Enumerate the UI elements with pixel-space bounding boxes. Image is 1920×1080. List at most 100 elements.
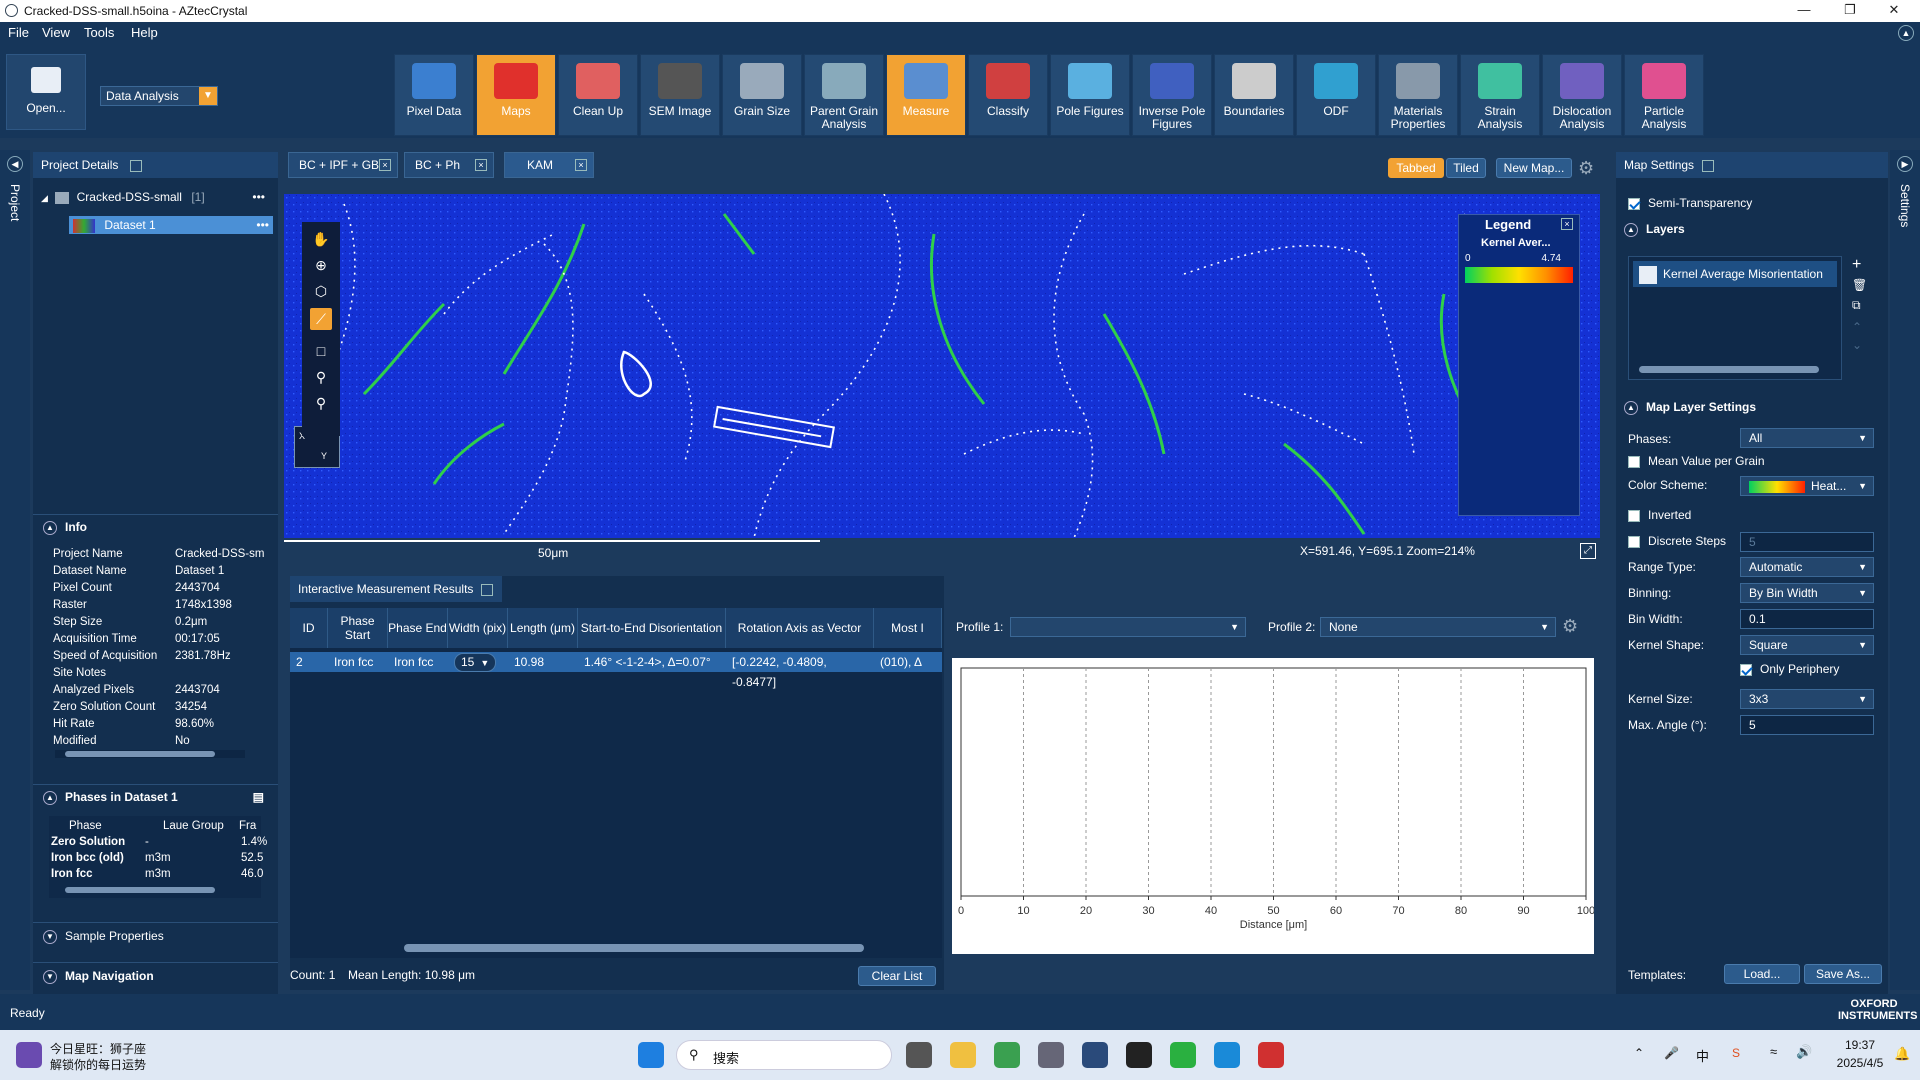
range-type-dropdown[interactable]: Automatic ▼	[1740, 557, 1874, 577]
ribbon-boundaries-button[interactable]: Boundaries	[1214, 54, 1294, 136]
delete-layer-icon[interactable]: 🗑	[1852, 278, 1867, 292]
phase-list-icon[interactable]: ▤	[253, 785, 264, 809]
taskbar-search[interactable]: ⚲ 搜索	[676, 1040, 892, 1070]
only-periphery-option[interactable]: Only Periphery	[1740, 662, 1839, 676]
results-cell[interactable]: 2	[290, 652, 328, 672]
results-column-header[interactable]: Most I	[874, 608, 942, 648]
inverted-option[interactable]: Inverted	[1628, 508, 1691, 522]
collapse-layers-icon[interactable]: ▲	[1624, 222, 1638, 237]
gear-icon[interactable]: ⚙	[1578, 158, 1594, 179]
max-angle-input[interactable]: 5	[1740, 715, 1874, 735]
tab-bc-ph[interactable]: BC + Ph ×	[404, 152, 494, 178]
results-column-header[interactable]: ID	[290, 608, 328, 648]
results-column-header[interactable]: Width (pix)	[448, 608, 508, 648]
kam-map[interactable]: XY	[284, 194, 1600, 538]
layers-scrollbar[interactable]	[1639, 366, 1819, 373]
close-tab-icon[interactable]: ×	[475, 159, 487, 171]
settings-icon[interactable]	[1038, 1042, 1064, 1068]
ribbon-maps-button[interactable]: Maps	[476, 54, 556, 136]
ribbon-clean-up-button[interactable]: Clean Up	[558, 54, 638, 136]
results-cell[interactable]: Iron fcc	[328, 652, 388, 672]
results-cell[interactable]: [-0.2242, -0.4809, -0.8477]	[726, 652, 874, 689]
tiled-button[interactable]: Tiled	[1446, 158, 1486, 178]
ribbon-classify-button[interactable]: Classify	[968, 54, 1048, 136]
menu-view[interactable]: View	[42, 25, 70, 40]
discrete-steps-input[interactable]: 5	[1740, 532, 1874, 552]
zoom-icon[interactable]: ⚲	[310, 392, 332, 414]
start-icon[interactable]	[638, 1042, 664, 1068]
results-column-header[interactable]: Phase End	[388, 608, 448, 648]
layer-item-kam[interactable]: Kernel Average Misorientation	[1633, 261, 1837, 287]
expand-navigation-icon[interactable]: ▼	[43, 969, 57, 984]
recorder-icon[interactable]	[1258, 1042, 1284, 1068]
mean-grain-option[interactable]: Mean Value per Grain	[1628, 454, 1765, 468]
ribbon-sem-image-button[interactable]: SEM Image	[640, 54, 720, 136]
volume-icon[interactable]: 🔊	[1796, 1044, 1812, 1060]
collapse-info-icon[interactable]: ▲	[43, 520, 57, 535]
kernel-size-dropdown[interactable]: 3x3 ▼	[1740, 689, 1874, 709]
results-cell[interactable]: Iron fcc	[388, 652, 448, 672]
line-measure-icon[interactable]: ⟋	[310, 308, 332, 330]
collapse-mls-icon[interactable]: ▲	[1624, 400, 1638, 415]
kernel-shape-dropdown[interactable]: Square ▼	[1740, 635, 1874, 655]
inverted-checkbox[interactable]	[1628, 509, 1640, 522]
ribbon-parent-grain-analysis-button[interactable]: Parent Grain Analysis	[804, 54, 884, 136]
maximize-button[interactable]: ❐	[1830, 0, 1870, 22]
polygon-icon[interactable]: ⬡	[310, 280, 332, 302]
bin-width-input[interactable]: 0.1	[1740, 609, 1874, 629]
crosshair-icon[interactable]: ⊕	[310, 254, 332, 276]
ribbon-inverse-pole-figures-button[interactable]: Inverse Pole Figures	[1132, 54, 1212, 136]
save-as-template-button[interactable]: Save As...	[1804, 964, 1882, 984]
discrete-steps-checkbox[interactable]	[1628, 535, 1640, 548]
layers-section[interactable]: ▲ Layers	[1624, 222, 1685, 237]
tree-dataset[interactable]: Dataset 1 •••	[69, 216, 273, 234]
close-button[interactable]: ✕	[1874, 0, 1914, 22]
news-widget-icon[interactable]	[16, 1042, 42, 1068]
ime-icon[interactable]: S	[1732, 1046, 1740, 1060]
ribbon-particle-analysis-button[interactable]: Particle Analysis	[1624, 54, 1704, 136]
phases-scrollbar[interactable]	[55, 886, 245, 894]
more-icon[interactable]: •••	[252, 190, 265, 204]
results-column-header[interactable]: Start-to-End Disorientation	[578, 608, 726, 648]
tab-kam[interactable]: KAM ×	[504, 152, 594, 178]
clock-date[interactable]: 2025/4/5	[1830, 1056, 1890, 1070]
phase-cell[interactable]: Zero Solution	[51, 836, 125, 848]
close-tab-icon[interactable]: ×	[379, 159, 391, 171]
add-layer-icon[interactable]: +	[1852, 256, 1861, 274]
legend-panel[interactable]: Legend × Kernel Aver... 0 4.74	[1458, 214, 1580, 516]
phase-cell[interactable]: Iron fcc	[51, 868, 93, 880]
collapse-ribbon-icon[interactable]: ▲	[1898, 25, 1914, 41]
profile-gear-icon[interactable]: ⚙	[1562, 616, 1578, 637]
ribbon-materials-properties-button[interactable]: Materials Properties	[1378, 54, 1458, 136]
ribbon-grain-size-button[interactable]: Grain Size	[722, 54, 802, 136]
sample-properties-section[interactable]: ▼ Sample Properties	[33, 922, 278, 948]
collapse-phases-icon[interactable]: ▲	[43, 790, 57, 805]
dataset-more-icon[interactable]: •••	[256, 216, 269, 234]
expand-icon[interactable]: ◢	[41, 193, 48, 203]
pan-hand-icon[interactable]: ✋	[310, 228, 332, 250]
color-scheme-dropdown[interactable]: Heat... ▼	[1740, 476, 1874, 496]
binning-dropdown[interactable]: By Bin Width ▼	[1740, 583, 1874, 603]
info-section[interactable]: ▲ Info	[33, 514, 278, 538]
ribbon-measure-button[interactable]: Measure	[886, 54, 966, 136]
zoom-region-icon[interactable]: ⚲	[310, 366, 332, 388]
clear-list-button[interactable]: Clear List	[858, 966, 936, 986]
new-map-button[interactable]: New Map...	[1496, 158, 1572, 178]
settings-strip-label[interactable]: Settings	[1898, 184, 1912, 227]
results-hscroll[interactable]	[404, 944, 864, 952]
tray-up-icon[interactable]: ⌃	[1634, 1046, 1644, 1060]
notification-icon[interactable]: 🔔	[1894, 1046, 1910, 1062]
fit-to-window-icon[interactable]: ⤢	[1580, 543, 1596, 559]
phases-section[interactable]: ▲ Phases in Dataset 1 ▤	[33, 784, 278, 808]
expand-sample-icon[interactable]: ▼	[43, 929, 57, 944]
left-collapse-icon[interactable]: ◀	[7, 156, 23, 172]
open-button[interactable]: Open...	[6, 54, 86, 130]
semi-transparency-checkbox[interactable]	[1628, 197, 1640, 210]
tabbed-button[interactable]: Tabbed	[1388, 158, 1444, 178]
ribbon-pole-figures-button[interactable]: Pole Figures	[1050, 54, 1130, 136]
copy-layer-icon[interactable]: ⧉	[1852, 298, 1861, 313]
map-layer-settings-section[interactable]: ▲ Map Layer Settings	[1624, 400, 1756, 415]
ribbon-pixel-data-button[interactable]: Pixel Data	[394, 54, 474, 136]
move-up-icon[interactable]: ⌃	[1852, 320, 1862, 334]
store-icon[interactable]	[994, 1042, 1020, 1068]
